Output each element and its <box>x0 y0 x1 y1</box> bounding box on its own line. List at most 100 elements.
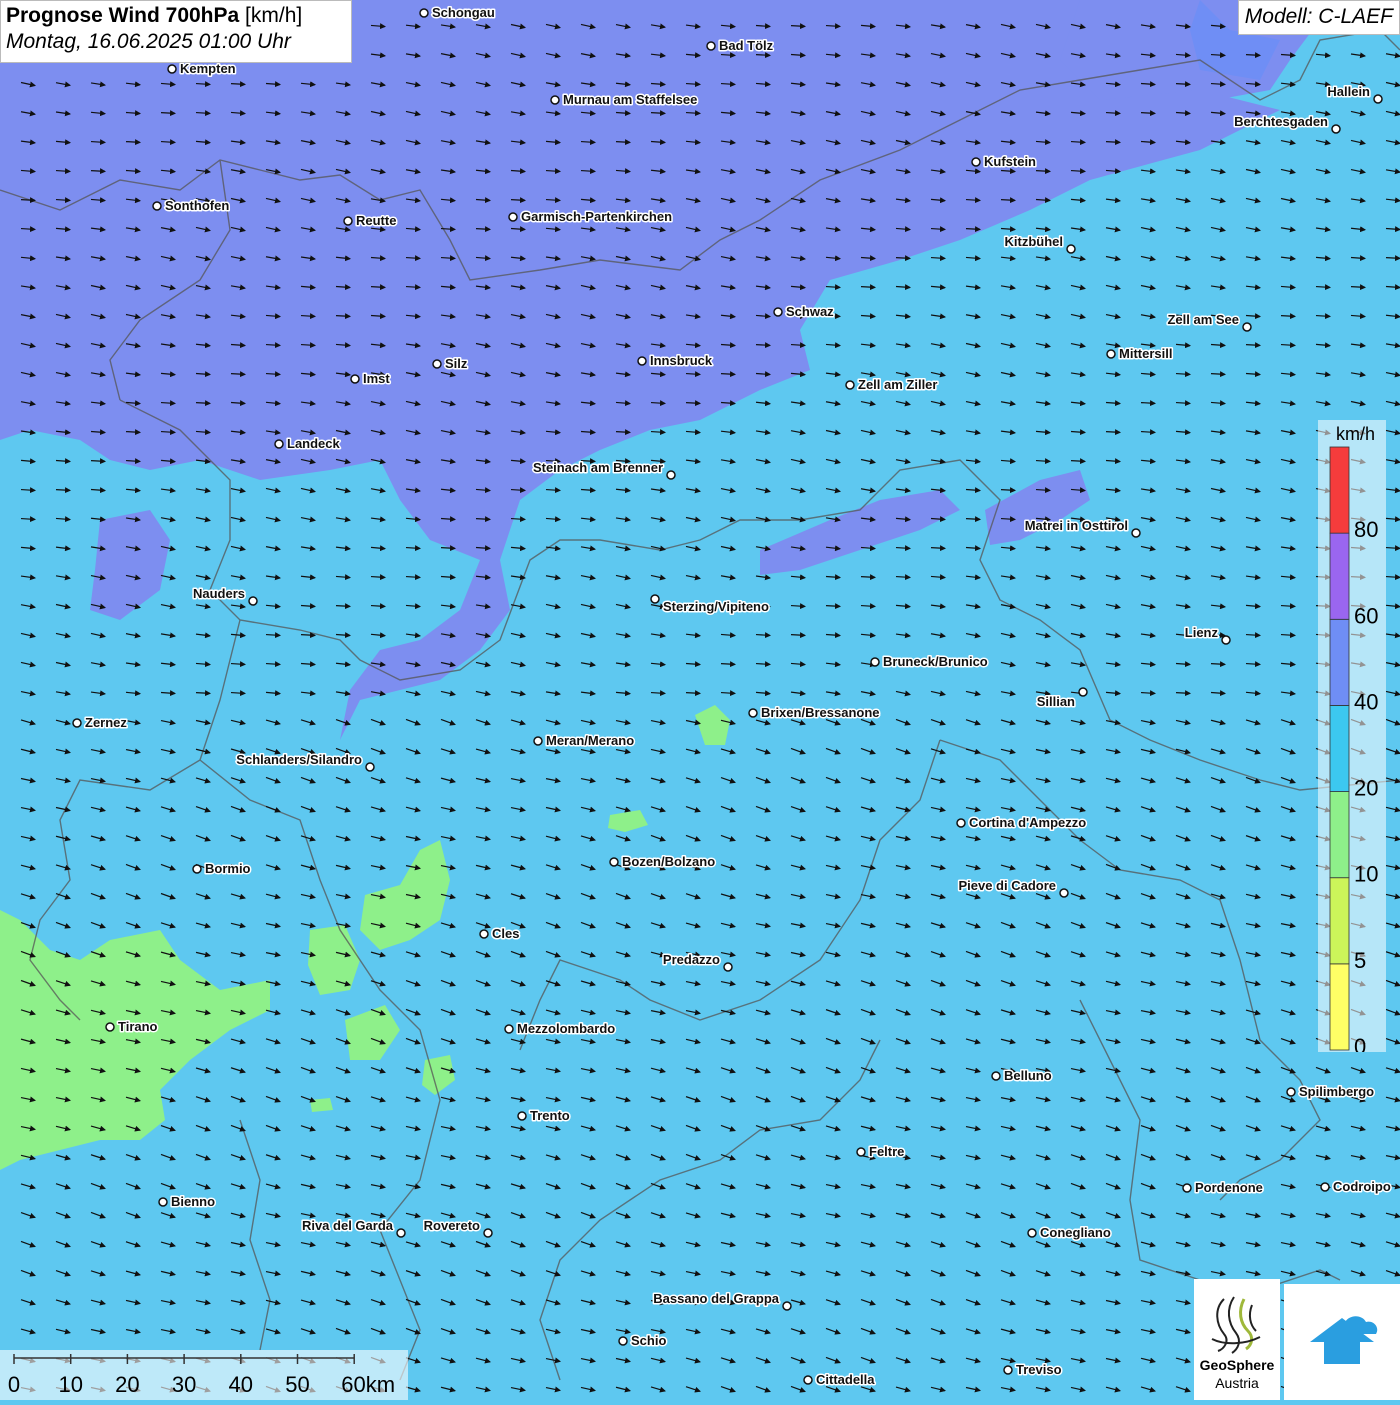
city-label: Nauders <box>193 586 245 601</box>
wind-arrow <box>720 661 736 668</box>
wind-arrow <box>475 516 491 523</box>
wind-arrow <box>440 255 456 262</box>
wind-arrow <box>1105 139 1121 146</box>
wind-arrow <box>195 400 211 407</box>
title-unit: [km/h] <box>245 4 303 27</box>
city-marker[interactable]: Innsbruck <box>637 352 714 370</box>
city-dot-icon <box>350 374 360 384</box>
wind-arrow <box>1350 284 1366 291</box>
city-dot-icon <box>803 1375 813 1385</box>
city-marker[interactable]: Murnau am Staffelsee <box>550 91 699 109</box>
wind-arrow <box>965 226 981 233</box>
city-dot-icon <box>1221 635 1231 645</box>
wind-arrow <box>195 81 211 88</box>
scale-label: 10 <box>58 1372 82 1397</box>
city-marker[interactable]: Sonthofen <box>152 197 231 215</box>
city-dot-icon <box>72 718 82 728</box>
city-marker[interactable]: Bozen/Bolzano <box>609 853 717 871</box>
scale-label: 60km <box>341 1372 395 1397</box>
city-marker[interactable]: Brixen/Bressanone <box>748 704 881 722</box>
wind-arrow <box>1245 342 1261 349</box>
wind-arrow <box>1315 313 1331 320</box>
city-label: Garmisch-Partenkirchen <box>521 209 672 224</box>
city-dot-icon <box>1373 94 1383 104</box>
city-label: Lienz <box>1185 625 1219 640</box>
city-marker[interactable]: Schongau <box>419 4 496 22</box>
wind-arrow <box>1210 371 1226 378</box>
city-dot-icon <box>1182 1183 1192 1193</box>
wind-arrow <box>90 168 106 175</box>
wind-arrow <box>440 545 456 552</box>
wind-arrow <box>55 168 71 175</box>
city-label: Cittadella <box>816 1372 875 1387</box>
wind-arrow <box>475 226 491 233</box>
wind-arrow <box>55 197 71 204</box>
wind-arrow <box>370 284 386 291</box>
city-dot-icon <box>845 380 855 390</box>
city-marker[interactable]: Zell am Ziller <box>845 376 939 394</box>
wind-arrow <box>1035 168 1051 175</box>
city-dot-icon <box>650 594 660 604</box>
wind-arrow <box>755 52 771 59</box>
wind-arrow <box>650 110 666 117</box>
wind-arrow <box>860 574 876 581</box>
wind-arrow <box>1245 632 1261 639</box>
city-marker[interactable]: Cortina d'Ampezzo <box>956 814 1088 832</box>
wind-app-logo[interactable] <box>1284 1284 1400 1400</box>
city-label: Riva del Garda <box>302 1218 394 1233</box>
city-dot-icon <box>1059 888 1069 898</box>
city-dot-icon <box>152 201 162 211</box>
legend-tick-label: 20 <box>1354 776 1378 801</box>
city-label: Sillian <box>1037 694 1075 709</box>
wind-arrow <box>1000 487 1016 494</box>
wind-map[interactable]: Schongau Bad Tölz Kempten Murnau am Staffel… <box>0 0 1400 1400</box>
city-label: Zell am Ziller <box>858 377 937 392</box>
city-dot-icon <box>432 359 442 369</box>
wind-arrow <box>510 487 526 494</box>
wind-arrow <box>55 487 71 494</box>
city-marker[interactable]: Pordenone <box>1182 1179 1264 1197</box>
city-marker[interactable]: Meran/Merano <box>533 732 636 750</box>
legend-band <box>1329 705 1350 792</box>
city-label: Steinach am Brenner <box>533 460 663 475</box>
city-dot-icon <box>343 216 353 226</box>
wind-arrow <box>755 632 771 639</box>
city-dot-icon <box>158 1197 168 1207</box>
scale-label: 50 <box>285 1372 309 1397</box>
city-dot-icon <box>504 1024 514 1034</box>
wind-arrow <box>685 81 701 88</box>
wind-arrow <box>650 400 666 407</box>
city-label: Pordenone <box>1195 1180 1263 1195</box>
model-label: Modell: C-LAEF <box>1237 0 1400 35</box>
city-dot-icon <box>1003 1365 1013 1375</box>
city-label: Kempten <box>180 61 236 76</box>
city-marker[interactable]: Mezzolombardo <box>504 1020 617 1038</box>
city-marker[interactable]: Conegliano <box>1027 1224 1112 1242</box>
wind-arrow <box>300 342 316 349</box>
city-dot-icon <box>870 657 880 667</box>
city-dot-icon <box>517 1111 527 1121</box>
city-dot-icon <box>105 1022 115 1032</box>
city-label: Bormio <box>205 861 251 876</box>
color-legend: km/h 0 5 10 20 40 60 80 <box>1318 420 1386 1052</box>
wind-arrow <box>930 545 946 552</box>
legend-band <box>1329 532 1350 620</box>
city-marker[interactable]: Spilimbergo <box>1286 1083 1376 1101</box>
city-label: Schlanders/Silandro <box>236 752 362 767</box>
city-marker[interactable]: Garmisch-Partenkirchen <box>508 208 674 226</box>
wind-arrow <box>860 284 876 291</box>
legend-band <box>1329 618 1350 706</box>
wind-arrow <box>1280 632 1296 639</box>
scale-label: 40 <box>229 1372 253 1397</box>
wind-arrow <box>685 400 701 407</box>
scale-label: 0 <box>8 1372 20 1397</box>
wind-arrow <box>20 516 36 523</box>
city-marker[interactable]: Bruneck/Brunico <box>870 653 989 671</box>
geosphere-name: GeoSphere <box>1199 1357 1275 1373</box>
geosphere-logo[interactable]: GeoSphere Austria <box>1194 1279 1280 1400</box>
map-title: Prognose Wind 700hPa [km/h] <box>6 4 346 28</box>
wind-cloud-icon <box>1310 1316 1378 1364</box>
city-dot-icon <box>1131 528 1141 538</box>
wind-arrow <box>895 255 911 262</box>
city-dot-icon <box>167 64 177 74</box>
